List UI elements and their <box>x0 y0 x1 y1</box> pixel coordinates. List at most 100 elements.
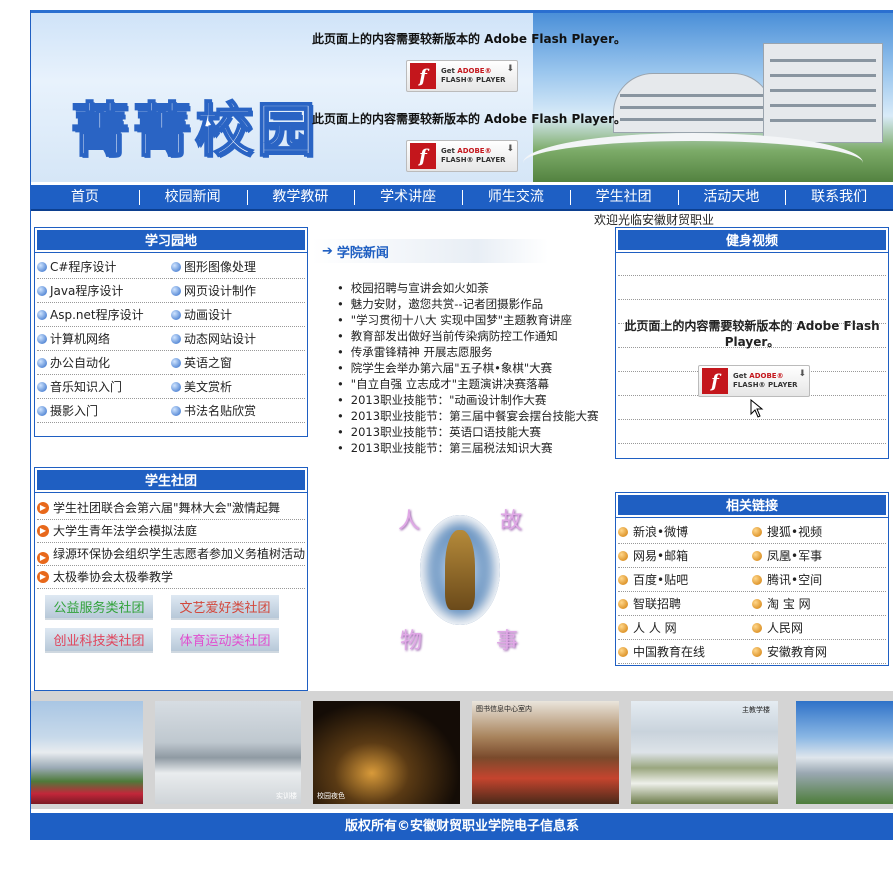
study-item[interactable]: 美文赏析 <box>171 375 305 399</box>
study-item[interactable]: Java程序设计 <box>37 279 171 303</box>
campus-photo-snow[interactable]: 实训楼 <box>155 701 301 804</box>
bullet-icon <box>171 309 181 320</box>
news-item[interactable]: 2013职业技能节：英语口语技能大赛 <box>337 424 637 440</box>
nav-activities[interactable]: 活动天地 <box>677 185 786 209</box>
study-item[interactable]: 网页设计制作 <box>171 279 305 303</box>
study-item[interactable]: 音乐知识入门 <box>37 375 171 399</box>
link-taobao[interactable]: 淘 宝 网 <box>752 592 886 616</box>
study-item[interactable]: 计算机网络 <box>37 327 171 351</box>
photo-caption: 图书信息中心室内 <box>476 705 532 713</box>
bullet-icon <box>752 574 762 585</box>
emblem-char: 人 <box>398 509 421 534</box>
flash-adobe-label: ADOBE® <box>457 147 492 155</box>
news-item[interactable]: 魅力安财，邀您共赏--记者团摄影作品 <box>337 296 637 312</box>
study-item[interactable]: C#程序设计 <box>37 255 171 279</box>
flash-message: 此页面上的内容需要较新版本的 Adobe Flash Player。 <box>624 319 880 349</box>
nav-clubs[interactable]: 学生社团 <box>569 185 678 209</box>
page: 菁菁校园 此页面上的内容需要较新版本的 Adobe Flash Player。 … <box>30 10 893 840</box>
bullet-icon <box>37 381 47 392</box>
bullet-icon <box>618 598 628 609</box>
welcome-marquee: 欢迎光临安徽财贸职业 <box>594 213 715 227</box>
club-news-item[interactable]: ▶ 大学生青年法学会模拟法庭 <box>37 520 305 543</box>
link-ifeng-military[interactable]: 凤凰•军事 <box>752 544 886 568</box>
news-header: ➔ 学院新闻 <box>312 239 548 263</box>
get-flash-button[interactable]: f Get ADOBE® FLASH® PLAYER ⬇ <box>698 365 810 397</box>
link-sina-weibo[interactable]: 新浪•微博 <box>618 520 752 544</box>
download-arrow-icon: ⬇ <box>798 369 806 379</box>
site-title: 菁菁校园 <box>70 95 320 165</box>
people-stories-emblem[interactable]: 人 故 物 事 <box>390 495 530 665</box>
study-item[interactable]: 图形图像处理 <box>171 255 305 279</box>
nav-exchange[interactable]: 师生交流 <box>462 185 570 209</box>
link-renren[interactable]: 人 人 网 <box>618 616 752 640</box>
news-item[interactable]: 传承雷锋精神 开展志愿服务 <box>337 344 637 360</box>
download-arrow-icon: ⬇ <box>506 144 514 154</box>
study-item[interactable]: 英语之窗 <box>171 351 305 375</box>
club-news-item[interactable]: ▶ 太极拳协会太极拳教学 <box>37 566 305 589</box>
study-item[interactable]: 摄影入门 <box>37 399 171 423</box>
video-box: 健身视频 此页面上的内容需要较新版本的 Adobe Flash Player。 … <box>615 227 889 459</box>
news-item[interactable]: 2013职业技能节：第三届中餐宴会摆台技能大赛 <box>337 408 637 424</box>
photo-caption: 实训楼 <box>276 792 297 800</box>
study-item[interactable]: 动画设计 <box>171 303 305 327</box>
study-box-title: 学习园地 <box>34 227 308 253</box>
bullet-icon <box>752 526 762 537</box>
flash-logo-icon: f <box>410 143 436 169</box>
flash-message: 此页面上的内容需要较新版本的 Adobe Flash Player。 <box>312 32 626 46</box>
club-news-item[interactable]: ▶ 绿源环保协会组织学生志愿者参加义务植树活动 <box>37 543 305 566</box>
flash-adobe-label: ADOBE® <box>457 67 492 75</box>
bullet-icon <box>171 405 181 416</box>
campus-photo-library[interactable]: 图书信息中心室内 <box>472 701 619 804</box>
link-qq-zone[interactable]: 腾讯•空间 <box>752 568 886 592</box>
link-eol[interactable]: 中国教育在线 <box>618 640 752 664</box>
campus-photo-main-building[interactable]: 主教学楼 <box>631 701 778 804</box>
flash-get-label: Get <box>441 67 455 75</box>
link-baidu-tieba[interactable]: 百度•贴吧 <box>618 568 752 592</box>
flash-product-label: FLASH® PLAYER <box>733 381 798 389</box>
nav-home[interactable]: 首页 <box>31 185 139 209</box>
link-zhaopin[interactable]: 智联招聘 <box>618 592 752 616</box>
news-list: 校园招聘与宣讲会如火如荼 魅力安财，邀您共赏--记者团摄影作品 "学习贯彻十八大… <box>337 280 637 456</box>
nav-teaching[interactable]: 教学教研 <box>246 185 355 209</box>
nav-campus-news[interactable]: 校园新闻 <box>138 185 247 209</box>
clubs-box: 学生社团 ▶ 学生社团联合会第六届"舞林大会"激情起舞 ▶ 大学生青年法学会模拟法庭… <box>34 467 308 691</box>
news-item[interactable]: 校园招聘与宣讲会如火如荼 <box>337 280 637 296</box>
download-arrow-icon: ⬇ <box>506 64 514 74</box>
arrow-right-icon: ▶ <box>37 571 49 583</box>
news-item[interactable]: "学习贯彻十八大 实现中国梦"主题教育讲座 <box>337 312 637 328</box>
club-category-arts[interactable]: 文艺爱好类社团 <box>171 595 279 620</box>
study-item[interactable]: 办公自动化 <box>37 351 171 375</box>
get-flash-button[interactable]: f Get ADOBE® FLASH® PLAYER ⬇ <box>406 60 518 92</box>
news-title[interactable]: 学院新闻 <box>337 242 389 261</box>
news-item[interactable]: 院学生会举办第六届"五子棋•象棋"大赛 <box>337 360 637 376</box>
emblem-char: 事 <box>496 629 519 654</box>
club-news-item[interactable]: ▶ 学生社团联合会第六届"舞林大会"激情起舞 <box>37 497 305 520</box>
news-item[interactable]: 2013职业技能节："动画设计制作大赛 <box>337 392 637 408</box>
campus-photo-building[interactable] <box>31 701 143 804</box>
campus-photo-sky[interactable] <box>796 701 893 804</box>
nav-lectures[interactable]: 学术讲座 <box>354 185 462 209</box>
flash-adobe-label: ADOBE® <box>749 372 784 380</box>
bullet-icon <box>37 261 47 272</box>
bullet-icon <box>618 622 628 633</box>
club-category-tech[interactable]: 创业科技类社团 <box>45 628 153 653</box>
news-item[interactable]: "自立自强 立志成才"主题演讲决赛落幕 <box>337 376 637 392</box>
study-item[interactable]: 书法名贴欣赏 <box>171 399 305 423</box>
news-item[interactable]: 教育部发出做好当前传染病防控工作通知 <box>337 328 637 344</box>
arrow-right-icon: ➔ <box>322 243 333 259</box>
link-163-mail[interactable]: 网易•邮箱 <box>618 544 752 568</box>
emblem-char: 故 <box>500 509 523 534</box>
nav-contact[interactable]: 联系我们 <box>785 185 893 209</box>
study-item[interactable]: 动态网站设计 <box>171 327 305 351</box>
club-category-sports[interactable]: 体育运动类社团 <box>171 628 279 653</box>
study-item[interactable]: Asp.net程序设计 <box>37 303 171 327</box>
news-item[interactable]: 2013职业技能节：第三届税法知识大赛 <box>337 440 637 456</box>
get-flash-button[interactable]: f Get ADOBE® FLASH® PLAYER ⬇ <box>406 140 518 172</box>
link-ahedu[interactable]: 安徽教育网 <box>752 640 886 664</box>
bullet-icon <box>171 261 181 272</box>
campus-photo-night[interactable]: 校园夜色 <box>313 701 460 804</box>
club-category-public-service[interactable]: 公益服务类社团 <box>45 595 153 620</box>
statue-image <box>445 530 475 610</box>
link-people[interactable]: 人民网 <box>752 616 886 640</box>
link-sohu-video[interactable]: 搜狐•视频 <box>752 520 886 544</box>
